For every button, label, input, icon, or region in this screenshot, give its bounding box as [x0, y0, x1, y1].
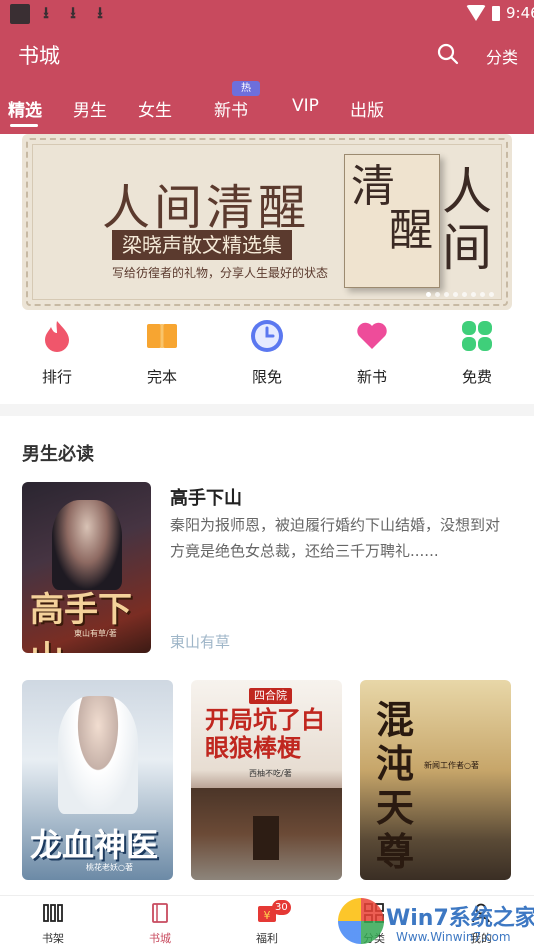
tabbar-item-welfare[interactable]: ¥ 30 福利	[232, 900, 302, 948]
bookshelf-icon	[43, 904, 63, 922]
quick-entry-label: 免费	[461, 368, 492, 386]
flame-icon	[45, 321, 69, 352]
search-icon[interactable]	[437, 43, 459, 65]
pagination-dot	[435, 292, 440, 297]
tab-male[interactable]: 男生	[73, 96, 107, 121]
tabbar-item-bookshelf[interactable]: 书架	[18, 902, 88, 948]
status-time: 9:46	[506, 4, 534, 22]
cover-author-text: 東山有草/著	[74, 629, 117, 638]
featured-book-description: 秦阳为报师恩，被迫履行婚约下山结婚，没想到对方竟是绝色女总裁，还给三千万聘礼..…	[170, 516, 501, 560]
cover-author-text: 新闻工作者○著	[424, 761, 479, 770]
bookstore-icon	[152, 903, 168, 923]
tab-published[interactable]: 出版	[350, 96, 384, 121]
cover-title-text: 龙血神医	[30, 826, 159, 864]
tab-female[interactable]: 女生	[138, 96, 172, 121]
clock-icon	[251, 320, 283, 352]
cover-title-text: 开局坑了白眼狼棒梗	[205, 705, 325, 762]
cover-author-text: 西柚不吃/著	[249, 769, 292, 778]
pagination-dot	[426, 292, 431, 297]
tabbar-label: 福利	[256, 932, 278, 945]
tabbar-label: 书城	[149, 932, 171, 945]
quick-entry-row: 排行 完本 限免 新书 免费	[0, 316, 534, 396]
clover-icon	[462, 321, 492, 351]
pagination-dot	[480, 292, 485, 297]
pagination-dot	[444, 292, 449, 297]
notification-badge: 30	[272, 900, 291, 915]
cover-author-text: 桃花老妖○著	[86, 863, 133, 872]
tabbar-item-bookstore[interactable]: 书城	[125, 902, 195, 948]
banner-pagination	[426, 282, 498, 301]
book-card[interactable]: 四合院 开局坑了白眼狼棒梗 西柚不吃/著	[191, 680, 342, 880]
promo-banner[interactable]: 人间清醒 梁晓声散文精选集 写给彷徨者的礼物，分享人生最好的状态 清 醒 人间	[22, 134, 512, 310]
download-icon: ⭳	[43, 3, 49, 22]
heart-icon	[357, 322, 387, 349]
banner-slogan: 写给彷徨者的礼物，分享人生最好的状态	[112, 266, 329, 280]
site-watermark: Win7系统之家 Www.Winwin7.com	[336, 896, 534, 949]
featured-book-cover[interactable]: 高手下山 東山有草/著	[22, 482, 151, 653]
quick-entry-label: 新书	[356, 368, 387, 386]
pagination-dot	[462, 292, 467, 297]
cover-illustration	[58, 696, 138, 814]
tab-featured[interactable]: 精选	[8, 96, 42, 121]
book-open-icon	[147, 324, 177, 348]
quick-entry-limited-free[interactable]: 限免	[237, 316, 297, 396]
banner-author: 梁晓声散文精选集	[112, 230, 292, 260]
banner-book-image: 清 醒	[344, 154, 440, 288]
section-divider	[0, 404, 534, 416]
featured-book-author: 東山有草	[170, 633, 231, 651]
watermark-text: Win7系统之家	[386, 906, 534, 931]
section-title: 男生必读	[22, 444, 94, 465]
cover-illustration	[253, 816, 279, 860]
pagination-dot	[471, 292, 476, 297]
book-card[interactable]: 混沌天尊 新闻工作者○著	[360, 680, 511, 880]
quick-entry-label: 排行	[41, 368, 72, 386]
watermark-logo	[338, 898, 384, 944]
banner-book-char: 醒	[389, 205, 433, 256]
quick-entry-free[interactable]: 免费	[447, 316, 507, 396]
pagination-dot	[489, 292, 494, 297]
cover-badge: 四合院	[249, 688, 292, 704]
svg-text:¥: ¥	[264, 909, 271, 922]
battery-icon	[492, 6, 500, 21]
cover-title-text: 混沌天尊	[376, 697, 415, 874]
active-tab-indicator	[10, 124, 38, 127]
quick-entry-label: 完本	[146, 368, 177, 386]
page-title: 书城	[18, 44, 60, 68]
tab-new-books[interactable]: 新书	[214, 96, 248, 121]
featured-book-title[interactable]: 高手下山	[170, 484, 242, 510]
channel-tabs: 精选 男生 女生 新书 热 VIP 出版	[0, 81, 534, 134]
book-card[interactable]: 龙血神医 桃花老妖○著	[22, 680, 173, 880]
quick-entry-completed[interactable]: 完本	[132, 316, 192, 396]
tab-vip[interactable]: VIP	[292, 96, 319, 116]
banner-title: 人间清醒	[102, 180, 311, 236]
download-icon: ⭳	[97, 3, 103, 22]
quick-entry-ranking[interactable]: 排行	[27, 316, 87, 396]
quick-entry-new-books[interactable]: 新书	[342, 316, 402, 396]
app-header: ⭳ ⭳ ⭳ 9:46 书城 分类 精选 男生 女生 新书 热 VIP 出版	[0, 0, 534, 134]
quick-entry-label: 限免	[251, 368, 282, 386]
hot-badge: 热	[232, 81, 260, 96]
cover-title-text: 高手下山	[30, 590, 132, 653]
banner-book-side-text: 人间	[442, 163, 492, 277]
download-icon: ⭳	[70, 3, 76, 22]
watermark-url: Www.Winwin7.com	[396, 930, 511, 944]
tabbar-label: 书架	[42, 932, 64, 945]
banner-book-char: 清	[351, 161, 395, 212]
app-notification-icon	[10, 4, 30, 24]
category-button[interactable]: 分类	[486, 44, 518, 68]
status-bar: ⭳ ⭳ ⭳ 9:46	[0, 0, 534, 28]
wifi-icon	[466, 5, 486, 21]
cover-illustration	[52, 500, 122, 590]
pagination-dot	[453, 292, 458, 297]
